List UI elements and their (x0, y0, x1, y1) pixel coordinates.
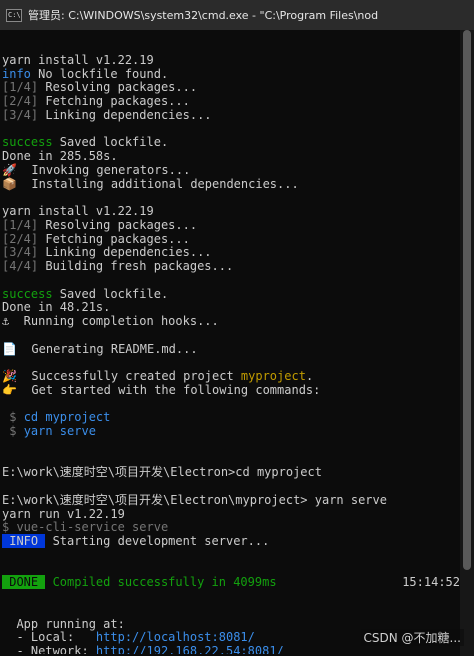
terminal-line: E:\work\速度时空\项目开发\Electron>cd myproject (2, 465, 460, 480)
terminal-line: [4/4] Building fresh packages... (2, 259, 460, 274)
terminal-text: cd myproject (23, 410, 111, 425)
title-bar[interactable]: C:\ 管理员: C:\WINDOWS\system32\cmd.exe - "… (0, 0, 474, 30)
scrollbar-thumb[interactable] (463, 30, 471, 570)
terminal-text: Saved lockfile. (52, 135, 169, 150)
terminal-line: ⚓ Running completion hooks... (2, 314, 460, 329)
terminal-line: $ cd myproject (2, 410, 460, 425)
terminal-text: [1/4] (2, 217, 39, 232)
terminal-text: 🎉 Successfully created project (2, 369, 241, 383)
terminal-text: ⚓ Running completion hooks... (2, 314, 219, 328)
timestamp: 15:14:52 (402, 575, 460, 590)
terminal-text: Resolving packages... (38, 80, 198, 95)
terminal-text: 🚀 Invoking generators... (2, 162, 191, 177)
terminal-output[interactable]: yarn install v1.22.19 info No lockfile fo… (2, 40, 460, 654)
terminal-line: [3/4] Linking dependencies... (2, 245, 460, 260)
terminal-text: 📄 Generating README.md... (2, 341, 198, 356)
status-badge: DONE (2, 575, 46, 590)
terminal-text: Building fresh packages... (38, 259, 234, 273)
terminal-text: 📦 Installing additional dependencies... (2, 176, 299, 191)
terminal-text: [2/4] (2, 94, 39, 108)
terminal-text: [2/4] (2, 231, 39, 246)
terminal-line: [2/4] Fetching packages... (2, 231, 460, 247)
terminal-line: [1/4] Resolving packages... (2, 217, 460, 233)
terminal-text: No lockfile found. (30, 66, 169, 81)
terminal-text: Compiled successfully in 4099ms (45, 575, 277, 590)
terminal-text: [4/4] (2, 259, 39, 273)
terminal-line: E:\work\速度时空\项目开发\Electron\myproject> ya… (2, 492, 460, 508)
watermark: CSDN @不加糖... (360, 629, 464, 646)
cmd-window-icon: C:\ (6, 8, 22, 22)
terminal-line: $ vue-cli-service serve (2, 520, 460, 535)
terminal-line: [1/4] Resolving packages... (2, 80, 460, 95)
terminal-line: success Saved lockfile. (2, 286, 460, 302)
terminal-line: $ yarn serve (2, 424, 460, 439)
terminal-text: E:\work\速度时空\项目开发\Electron\myproject> ya… (2, 492, 387, 507)
terminal-text: [3/4] (2, 107, 39, 122)
terminal-line: DONE Compiled successfully in 4099ms 15:1… (2, 575, 460, 590)
terminal-text: Linking dependencies... (38, 107, 212, 122)
terminal-text: . (305, 369, 314, 383)
terminal-text: yarn serve (23, 424, 96, 438)
terminal-text: Saved lockfile. (52, 286, 169, 301)
terminal-text: - Local: (2, 630, 96, 645)
terminal-line: Done in 285.58s. (2, 149, 460, 164)
terminal-line: Done in 48.21s. (2, 300, 460, 315)
terminal-line: info No lockfile found. (2, 66, 460, 82)
terminal-text: http://192.168.22.54:8081/ (95, 644, 284, 654)
terminal-line: 📦 Installing additional dependencies... (2, 176, 460, 192)
terminal-text: yarn install v1.22.19 (2, 204, 154, 218)
terminal-text: $ vue-cli-service serve (2, 520, 169, 535)
terminal-text: Fetching packages... (38, 94, 190, 108)
terminal-text: info (2, 66, 31, 81)
terminal-line: 🎉 Successfully created project myproject… (2, 369, 460, 384)
status-badge: INFO (2, 534, 46, 548)
terminal-text: Resolving packages... (38, 217, 198, 232)
terminal-line: yarn run v1.22.19 (2, 506, 460, 522)
terminal-text: yarn install v1.22.19 (2, 52, 154, 67)
terminal-line: yarn install v1.22.19 (2, 52, 460, 68)
terminal-text: myproject (240, 369, 306, 383)
terminal-text: [1/4] (2, 80, 39, 95)
terminal-line: [2/4] Fetching packages... (2, 94, 460, 109)
terminal-text: $ (2, 424, 24, 438)
terminal-text: Done in 285.58s. (2, 149, 118, 163)
terminal-text: Done in 48.21s. (2, 300, 111, 315)
terminal-line: 🚀 Invoking generators... (2, 162, 460, 178)
terminal-line: 📄 Generating README.md... (2, 341, 460, 357)
terminal-text: E:\work\速度时空\项目开发\Electron>cd myproject (2, 465, 322, 480)
terminal-line: yarn install v1.22.19 (2, 204, 460, 219)
terminal-line: 👉 Get started with the following command… (2, 382, 460, 398)
terminal-line: - Network: http://192.168.22.54:8081/ (2, 644, 460, 654)
terminal-text: Starting development server... (45, 534, 270, 548)
terminal-text: success (2, 135, 53, 150)
terminal-text: Linking dependencies... (38, 245, 212, 260)
terminal-text: App running at: (2, 616, 125, 631)
terminal-text: success (2, 286, 53, 301)
terminal-text: [3/4] (2, 245, 39, 260)
terminal-text: Fetching packages... (38, 231, 190, 246)
terminal-text: $ (2, 410, 24, 425)
terminal-text: yarn run v1.22.19 (2, 506, 125, 521)
terminal-line: [3/4] Linking dependencies... (2, 107, 460, 123)
terminal-text: 👉 Get started with the following command… (2, 382, 321, 397)
terminal-text: - Network: (2, 644, 96, 654)
window-title: 管理员: C:\WINDOWS\system32\cmd.exe - "C:\P… (28, 9, 378, 22)
terminal-line: success Saved lockfile. (2, 135, 460, 150)
terminal-line: INFO Starting development server... (2, 534, 460, 549)
terminal-text: http://localhost:8081/ (95, 630, 255, 645)
